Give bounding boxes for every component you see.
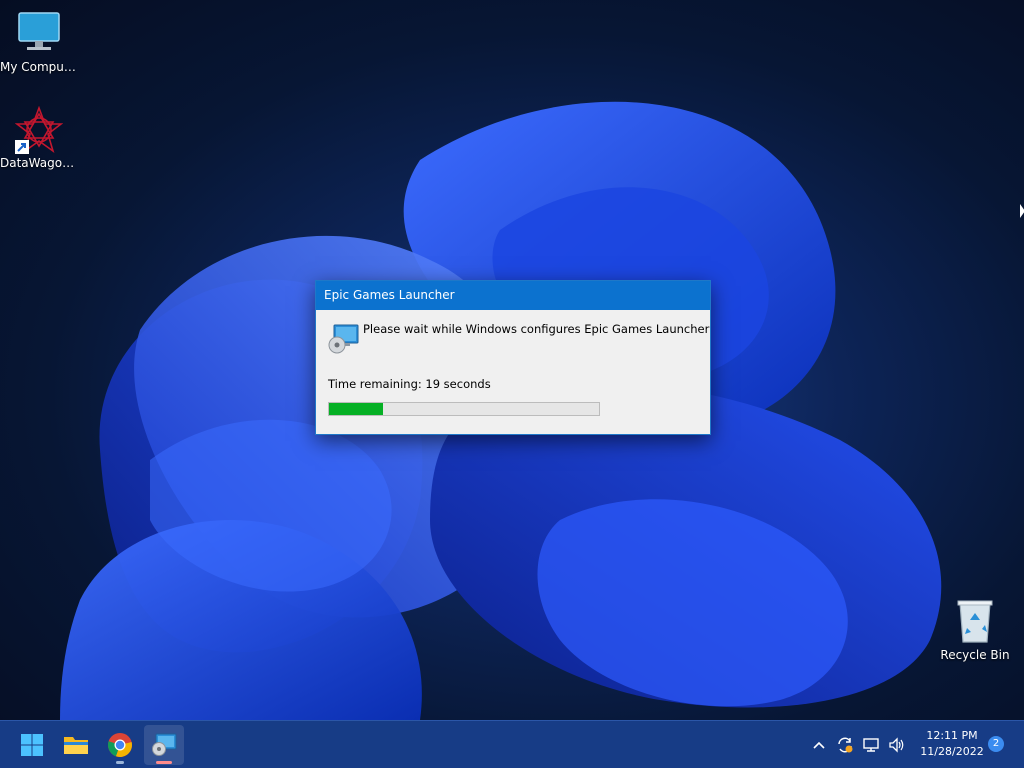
progress-bar [328, 402, 600, 416]
mouse-pointer-icon [1020, 204, 1024, 218]
desktop-icon-recycle-bin[interactable]: Recycle Bin [936, 598, 1014, 662]
system-tray [806, 721, 910, 768]
taskbar-installer-button[interactable] [144, 725, 184, 765]
clock-time: 12:11 PM [926, 729, 978, 742]
datawagon-app-icon [14, 105, 64, 154]
active-indicator [156, 761, 172, 764]
dialog-title: Epic Games Launcher [324, 288, 455, 302]
installer-dialog: Epic Games Launcher Please wait while Wi… [315, 280, 711, 435]
desktop-icon-my-computer[interactable]: My Computer [0, 10, 78, 74]
volume-icon[interactable] [884, 729, 910, 761]
monitor-icon [15, 10, 63, 58]
notification-badge[interactable]: 2 [988, 736, 1004, 752]
dialog-body: Please wait while Windows configures Epi… [316, 310, 710, 434]
progress-bar-fill [329, 403, 383, 415]
installer-icon [152, 733, 177, 756]
desktop-icon-datawagon[interactable]: DataWagon... [0, 105, 78, 170]
desktop-icon-label: My Computer [0, 60, 78, 74]
taskbar-chrome-button[interactable] [100, 725, 140, 765]
time-remaining-text: Time remaining: 19 seconds [328, 377, 491, 391]
running-indicator [116, 761, 124, 764]
taskbar-file-explorer-button[interactable] [56, 725, 96, 765]
taskbar-clock[interactable]: 12:11 PM 11/28/2022 [910, 728, 994, 760]
shortcut-arrow-icon [15, 140, 29, 154]
taskbar: 12:11 PM 11/28/2022 [0, 720, 1024, 768]
windows-start-icon [21, 734, 43, 756]
installer-icon [328, 324, 360, 354]
clock-date: 11/28/2022 [920, 745, 984, 758]
desktop-icon-label: Recycle Bin [940, 648, 1010, 662]
desktop-icon-label: DataWagon... [0, 156, 78, 170]
sync-icon[interactable] [832, 729, 858, 761]
chrome-icon [108, 733, 132, 757]
recycle-bin-icon [951, 598, 999, 646]
dialog-titlebar[interactable]: Epic Games Launcher [316, 281, 710, 310]
chevron-up-icon[interactable] [806, 729, 832, 761]
network-icon[interactable] [858, 729, 884, 761]
start-button[interactable] [12, 725, 52, 765]
desktop: My Computer DataWagon... Recycle Bin Epi… [0, 0, 1024, 720]
folder-icon [64, 737, 88, 754]
dialog-message: Please wait while Windows configures Epi… [363, 322, 710, 336]
